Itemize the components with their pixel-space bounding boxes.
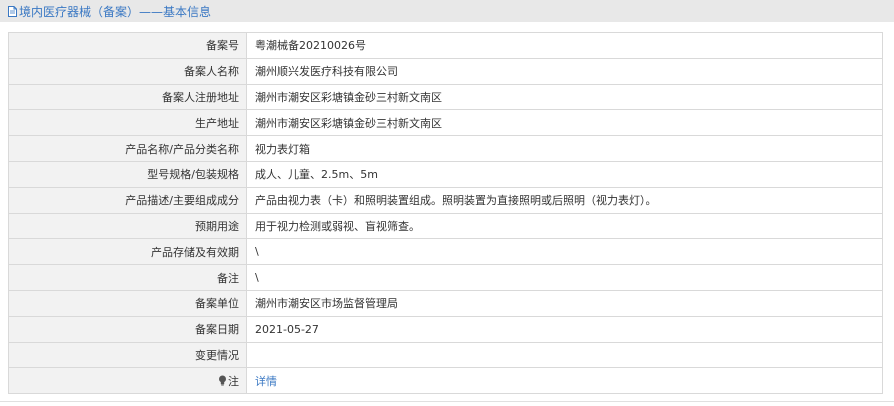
table-row: 生产地址 潮州市潮安区彩塘镇金砂三村新文南区 [8, 109, 883, 137]
note-value-cell: 详情 [246, 367, 883, 395]
table-row-note: 注 详情 [8, 367, 883, 395]
field-label: 备案人名称 [8, 57, 247, 85]
table-row: 产品描述/主要组成成分 产品由视力表（卡）和照明装置组成。照明装置为直接照明或后照… [8, 186, 883, 214]
field-label: 备注 [8, 264, 247, 291]
lightbulb-icon [218, 375, 227, 386]
field-value: 潮州顺兴发医疗科技有限公司 [246, 57, 883, 85]
field-label: 备案人注册地址 [8, 83, 247, 111]
table-row: 变更情况 [8, 341, 883, 369]
field-label: 型号规格/包装规格 [8, 160, 247, 188]
field-label: 备案号 [8, 32, 247, 59]
field-value: 产品由视力表（卡）和照明装置组成。照明装置为直接照明或后照明（视力表灯）。 [246, 186, 883, 214]
bottom-divider [0, 401, 894, 402]
field-value [246, 341, 883, 369]
field-value: 视力表灯箱 [246, 135, 883, 162]
field-value: 潮州市潮安区市场监督管理局 [246, 289, 883, 317]
document-icon [8, 5, 17, 17]
note-label-cell: 注 [8, 367, 247, 395]
table-row: 备注 \ [8, 264, 883, 291]
table-row: 备案人名称 潮州顺兴发医疗科技有限公司 [8, 57, 883, 85]
table-row: 预期用途 用于视力检测或弱视、盲视筛查。 [8, 212, 883, 240]
field-value: 粤潮械备20210026号 [246, 32, 883, 59]
page-title: 境内医疗器械（备案）——基本信息 [19, 4, 212, 19]
field-label: 产品名称/产品分类名称 [8, 135, 247, 162]
field-label: 产品存储及有效期 [8, 238, 247, 266]
table-row: 备案日期 2021-05-27 [8, 315, 883, 343]
field-value: 潮州市潮安区彩塘镇金砂三村新文南区 [246, 109, 883, 137]
field-label: 生产地址 [8, 109, 247, 137]
details-link[interactable]: 详情 [255, 375, 277, 388]
table-row: 备案号 粤潮械备20210026号 [8, 32, 883, 59]
field-value: \ [246, 238, 883, 266]
field-label: 预期用途 [8, 212, 247, 240]
table-row: 产品名称/产品分类名称 视力表灯箱 [8, 135, 883, 162]
field-value: 2021-05-27 [246, 315, 883, 343]
field-label: 产品描述/主要组成成分 [8, 186, 247, 214]
field-value: \ [246, 264, 883, 291]
note-label: 注 [228, 374, 239, 388]
field-value: 用于视力检测或弱视、盲视筛查。 [246, 212, 883, 240]
field-label: 变更情况 [8, 341, 247, 369]
table-row: 产品存储及有效期 \ [8, 238, 883, 266]
table-row: 备案单位 潮州市潮安区市场监督管理局 [8, 289, 883, 317]
basic-info-table: 备案号 粤潮械备20210026号 备案人名称 潮州顺兴发医疗科技有限公司 备案人注册地… [8, 32, 883, 395]
field-label: 备案日期 [8, 315, 247, 343]
field-label: 备案单位 [8, 289, 247, 317]
field-value: 潮州市潮安区彩塘镇金砂三村新文南区 [246, 83, 883, 111]
table-row: 备案人注册地址 潮州市潮安区彩塘镇金砂三村新文南区 [8, 83, 883, 111]
field-value: 成人、儿童、2.5m、5m [246, 160, 883, 188]
header-bar: 境内医疗器械（备案）——基本信息 [0, 0, 894, 22]
table-row: 型号规格/包装规格 成人、儿童、2.5m、5m [8, 160, 883, 188]
